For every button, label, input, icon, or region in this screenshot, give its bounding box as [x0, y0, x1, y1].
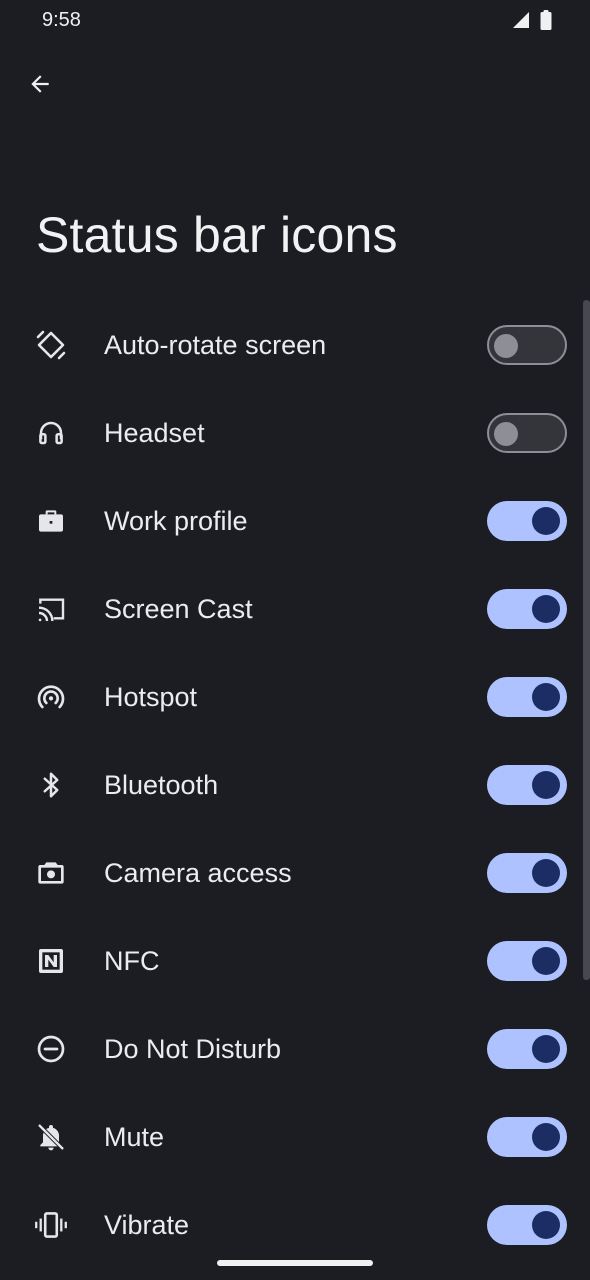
- auto-rotate-icon: [33, 327, 69, 363]
- bell-off-icon: [33, 1119, 69, 1155]
- toggle-thumb: [532, 859, 560, 887]
- do-not-disturb-toggle[interactable]: [487, 1029, 567, 1069]
- setting-row-auto-rotate[interactable]: Auto-rotate screen: [0, 301, 590, 389]
- setting-label: Screen Cast: [104, 594, 253, 624]
- arrow-back-icon: [27, 71, 53, 97]
- toggle-thumb: [532, 771, 560, 799]
- setting-label: Do Not Disturb: [104, 1034, 282, 1064]
- home-indicator[interactable]: [217, 1260, 373, 1266]
- toggle-thumb: [532, 1035, 560, 1063]
- toggle-thumb: [494, 422, 518, 446]
- hotspot-toggle[interactable]: [487, 677, 567, 717]
- settings-list: Auto-rotate screen Headset Work profile: [0, 301, 590, 1269]
- bluetooth-icon: [33, 767, 69, 803]
- status-time: 9:58: [42, 9, 81, 31]
- setting-row-mute[interactable]: Mute: [0, 1093, 590, 1181]
- setting-label: Vibrate: [104, 1210, 190, 1240]
- setting-row-vibrate[interactable]: Vibrate: [0, 1181, 590, 1269]
- back-button[interactable]: [20, 64, 60, 104]
- setting-row-headset[interactable]: Headset: [0, 389, 590, 477]
- setting-label: Auto-rotate screen: [104, 330, 327, 360]
- toggle-thumb: [532, 683, 560, 711]
- toggle-thumb: [532, 507, 560, 535]
- status-icons: [512, 10, 552, 30]
- setting-label: NFC: [104, 946, 160, 976]
- work-profile-toggle[interactable]: [487, 501, 567, 541]
- setting-label: Headset: [104, 418, 205, 448]
- vibrate-icon: [33, 1207, 69, 1243]
- setting-row-camera-access[interactable]: Camera access: [0, 829, 590, 917]
- toggle-thumb: [494, 334, 518, 358]
- setting-row-do-not-disturb[interactable]: Do Not Disturb: [0, 1005, 590, 1093]
- setting-row-work-profile[interactable]: Work profile: [0, 477, 590, 565]
- hotspot-icon: [33, 679, 69, 715]
- setting-label: Bluetooth: [104, 770, 219, 800]
- bluetooth-toggle[interactable]: [487, 765, 567, 805]
- nfc-toggle[interactable]: [487, 941, 567, 981]
- toggle-thumb: [532, 1123, 560, 1151]
- nfc-icon: [33, 943, 69, 979]
- setting-row-nfc[interactable]: NFC: [0, 917, 590, 1005]
- setting-label: Hotspot: [104, 682, 198, 712]
- auto-rotate-toggle[interactable]: [487, 325, 567, 365]
- briefcase-icon: [33, 503, 69, 539]
- setting-row-bluetooth[interactable]: Bluetooth: [0, 741, 590, 829]
- headset-icon: [33, 415, 69, 451]
- signal-icon: [512, 11, 530, 29]
- do-not-disturb-icon: [33, 1031, 69, 1067]
- page-title: Status bar icons: [36, 207, 398, 263]
- setting-label: Camera access: [104, 858, 292, 888]
- camera-icon: [33, 855, 69, 891]
- mute-toggle[interactable]: [487, 1117, 567, 1157]
- setting-row-screen-cast[interactable]: Screen Cast: [0, 565, 590, 653]
- cast-icon: [33, 591, 69, 627]
- setting-label: Mute: [104, 1122, 165, 1152]
- camera-access-toggle[interactable]: [487, 853, 567, 893]
- scrollbar[interactable]: [583, 300, 590, 980]
- battery-icon: [540, 10, 552, 30]
- toggle-thumb: [532, 1211, 560, 1239]
- vibrate-toggle[interactable]: [487, 1205, 567, 1245]
- setting-row-hotspot[interactable]: Hotspot: [0, 653, 590, 741]
- status-bar: 9:58: [0, 0, 590, 44]
- toggle-thumb: [532, 947, 560, 975]
- toggle-thumb: [532, 595, 560, 623]
- setting-label: Work profile: [104, 506, 248, 536]
- screen-cast-toggle[interactable]: [487, 589, 567, 629]
- headset-toggle[interactable]: [487, 413, 567, 453]
